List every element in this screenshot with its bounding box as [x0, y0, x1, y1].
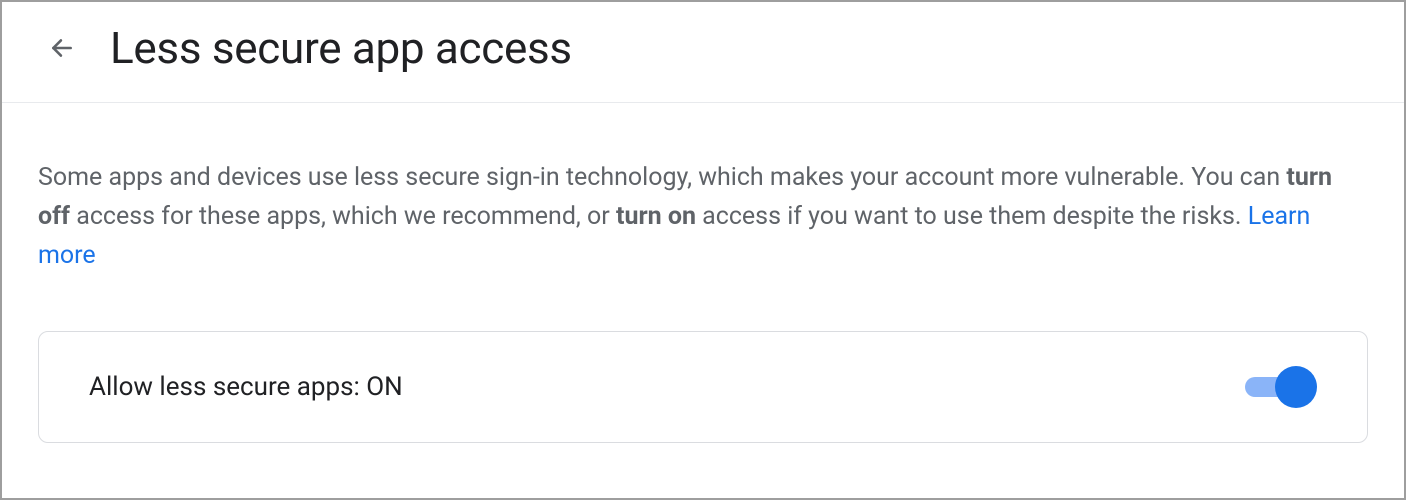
setting-card: Allow less secure apps: ON: [38, 331, 1368, 443]
desc-segment: access for these apps, which we recommen…: [70, 202, 616, 231]
desc-segment: Some apps and devices use less secure si…: [38, 163, 1286, 192]
content-area: Some apps and devices use less secure si…: [2, 103, 1404, 473]
setting-label: Allow less secure apps: ON: [89, 372, 403, 402]
page-title: Less secure app access: [110, 22, 572, 74]
page-header: Less secure app access: [2, 2, 1404, 103]
arrow-left-icon: [49, 35, 75, 61]
desc-segment: access if you want to use them despite t…: [696, 202, 1248, 231]
toggle-thumb: [1275, 366, 1317, 408]
back-button[interactable]: [42, 28, 82, 68]
allow-less-secure-toggle[interactable]: [1245, 366, 1317, 408]
description-text: Some apps and devices use less secure si…: [38, 159, 1368, 275]
desc-bold-on: turn on: [616, 202, 696, 231]
